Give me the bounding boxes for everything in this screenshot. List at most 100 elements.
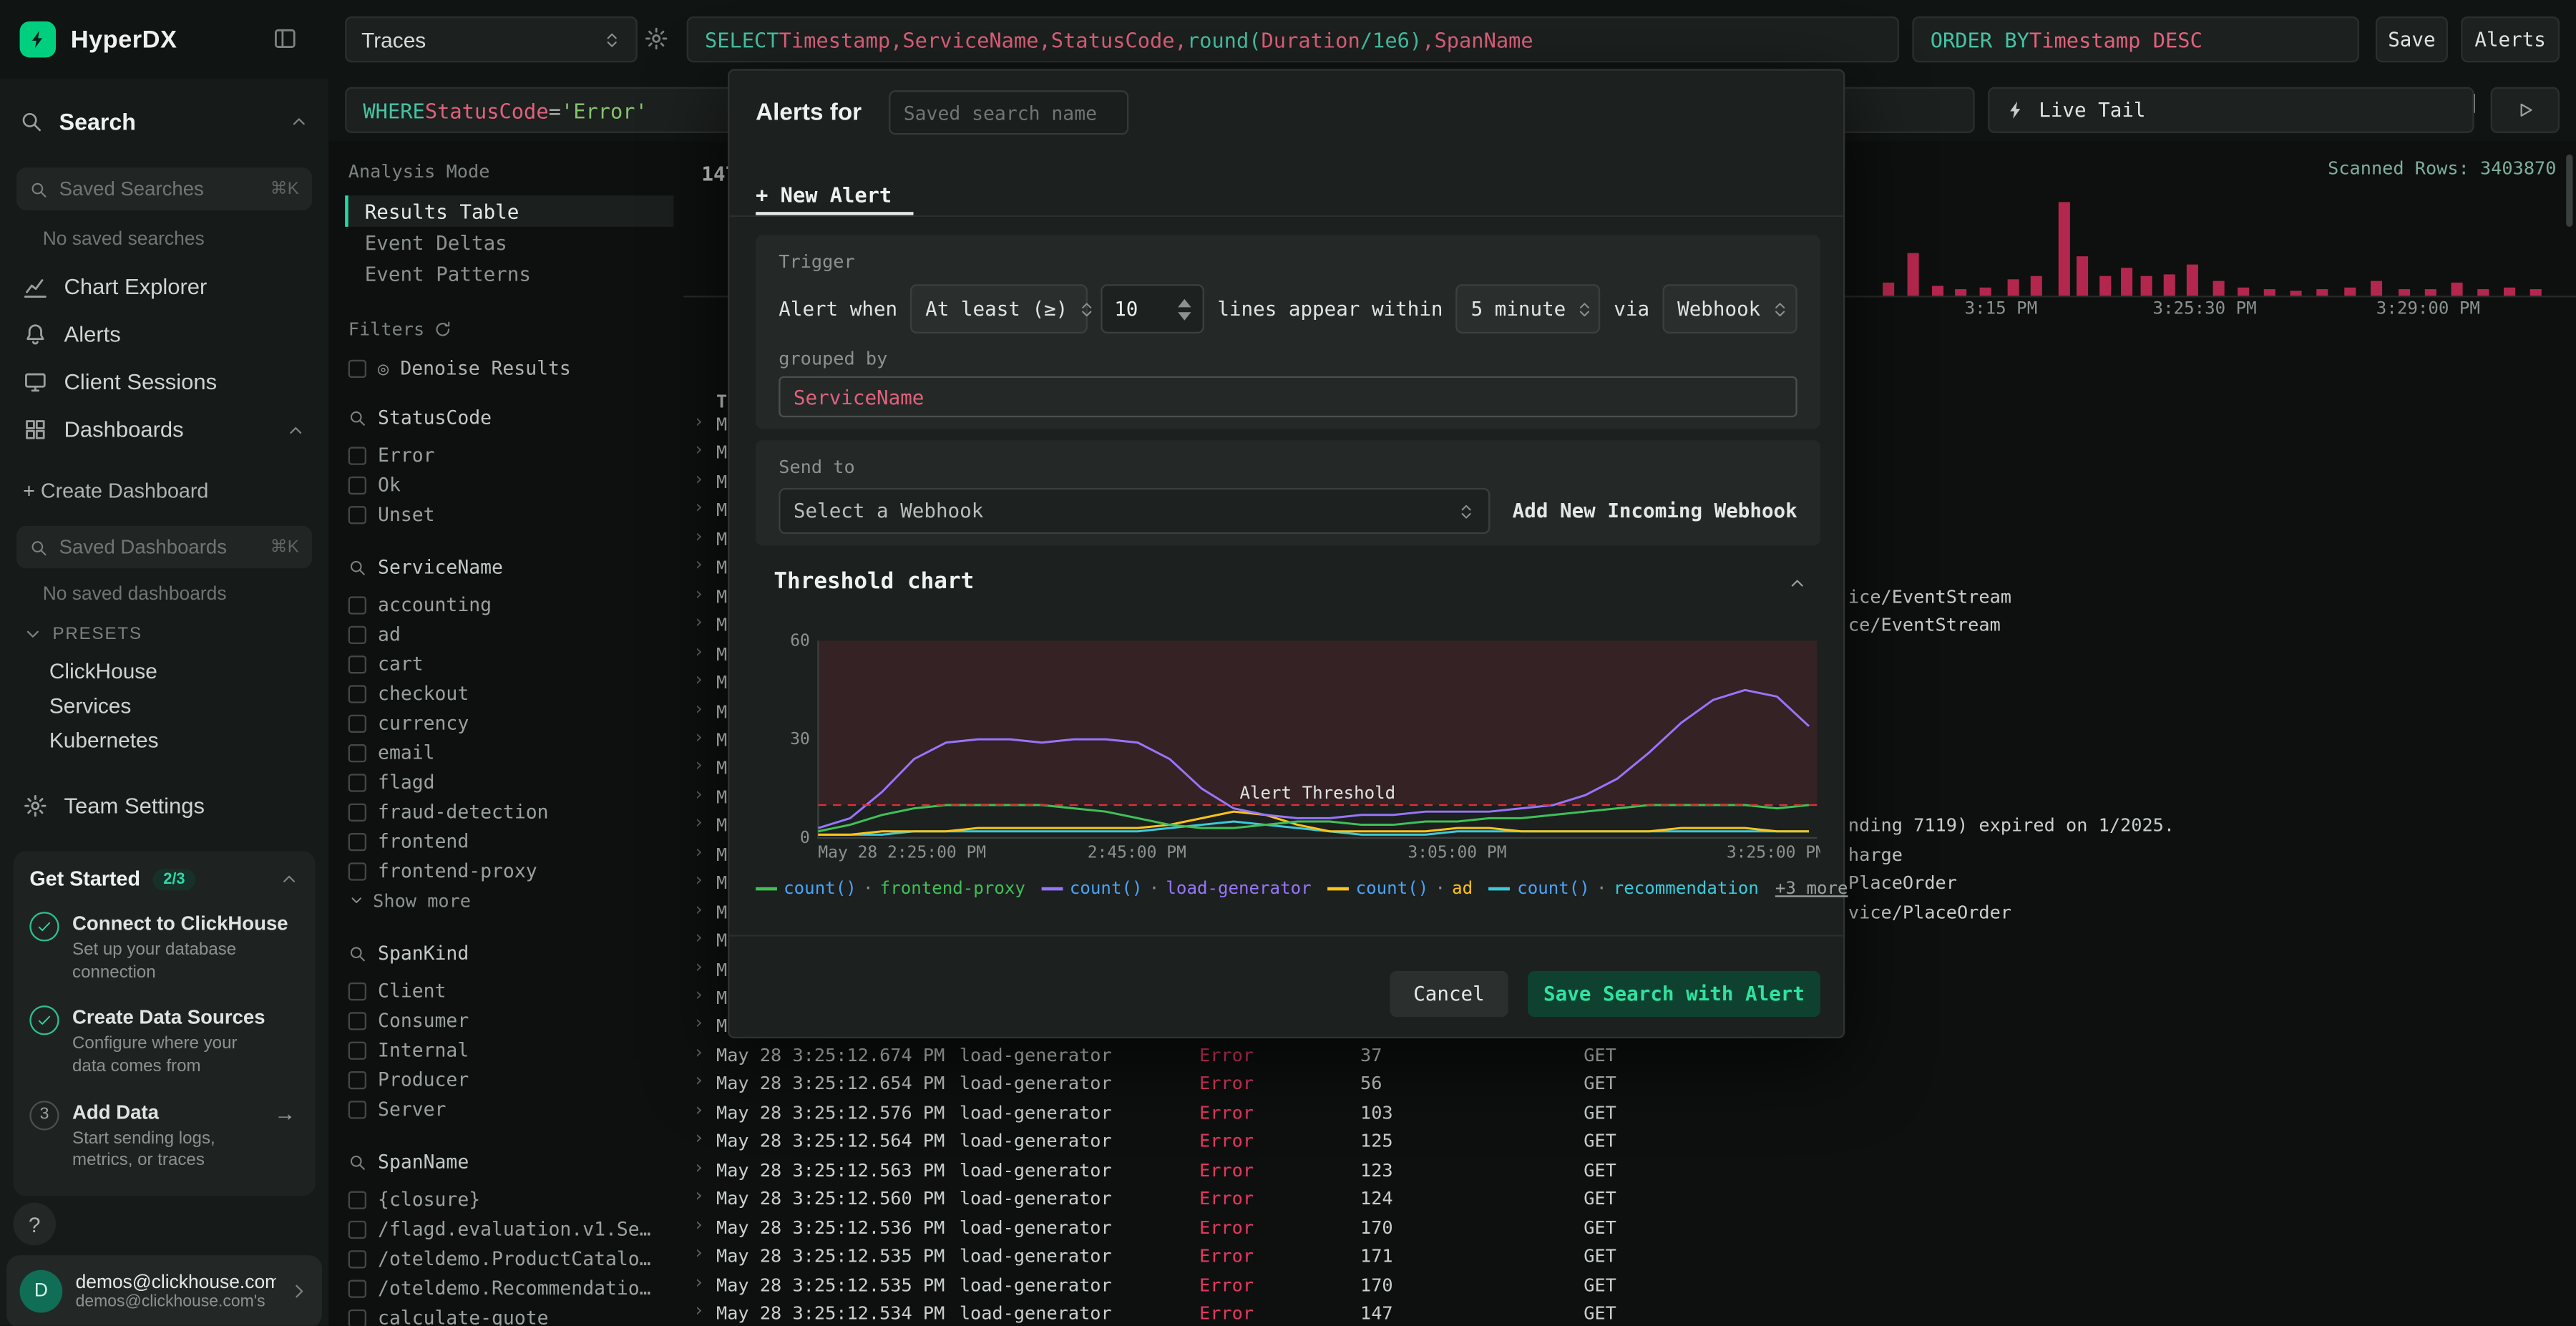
- alerts-button[interactable]: Alerts: [2461, 16, 2560, 63]
- row-expand-chevron-icon[interactable]: ›: [693, 1013, 704, 1034]
- facet-value[interactable]: Ok: [345, 470, 673, 499]
- checkbox[interactable]: [348, 625, 366, 643]
- get-started-header[interactable]: Get Started 2/3: [29, 867, 299, 890]
- row-expand-chevron-icon[interactable]: ›: [693, 755, 704, 776]
- facet-value[interactable]: Consumer: [345, 1005, 673, 1035]
- checkbox[interactable]: [348, 713, 366, 732]
- get-started-step[interactable]: Connect to ClickHouse Set up your databas…: [29, 912, 299, 985]
- saved-dashboards-input[interactable]: Saved Dashboards ⌘K: [16, 525, 313, 569]
- checkbox[interactable]: [348, 475, 366, 494]
- facet-value[interactable]: /oteldemo.ProductCatalo…: [345, 1244, 673, 1273]
- facet-value[interactable]: ad: [345, 620, 673, 649]
- row-expand-chevron-icon[interactable]: ›: [693, 669, 704, 691]
- refresh-icon[interactable]: [434, 321, 452, 338]
- row-expand-chevron-icon[interactable]: ›: [693, 784, 704, 805]
- live-tail-button[interactable]: Live Tail: [1988, 87, 2474, 133]
- threshold-count-input[interactable]: 10: [1101, 284, 1204, 334]
- row-expand-chevron-icon[interactable]: ›: [693, 497, 704, 518]
- collapse-chart-chevron-icon[interactable]: [1787, 573, 1807, 593]
- row-expand-chevron-icon[interactable]: ›: [693, 640, 704, 661]
- checkbox[interactable]: [348, 1190, 366, 1209]
- chevron-up-icon[interactable]: [279, 869, 299, 889]
- facet-value[interactable]: /oteldemo.Recommendatio…: [345, 1273, 673, 1302]
- table-row[interactable]: › May 28 3:25:12.535 PM load-generator Erro…: [683, 1269, 2576, 1298]
- checkbox[interactable]: [348, 1011, 366, 1030]
- table-row[interactable]: › May 28 3:25:12.654 PM load-generator Erro…: [683, 1068, 2576, 1097]
- stepper-arrows[interactable]: [1178, 298, 1191, 320]
- checkbox[interactable]: [348, 1070, 366, 1089]
- time-window-select[interactable]: 5 minute: [1455, 284, 1601, 334]
- facet-value[interactable]: /flagd.evaluation.v1.Se…: [345, 1214, 673, 1244]
- tab-new-alert[interactable]: + New Alert: [756, 176, 892, 213]
- facet-value[interactable]: checkout: [345, 678, 673, 708]
- checkbox[interactable]: [348, 1040, 366, 1059]
- table-row[interactable]: › May 28 3:25:12.674 PM load-generator Erro…: [683, 1040, 2576, 1068]
- analysis-mode-event-patterns[interactable]: Event Patterns: [345, 258, 673, 289]
- help-button[interactable]: ?: [13, 1202, 57, 1246]
- add-webhook-button[interactable]: Add New Incoming Webhook: [1513, 499, 1797, 522]
- checkbox[interactable]: [348, 862, 366, 880]
- sidebar-item-client-sessions[interactable]: Client Sessions: [0, 359, 328, 406]
- facet-value[interactable]: Server: [345, 1094, 673, 1123]
- row-expand-chevron-icon[interactable]: ›: [693, 1271, 704, 1292]
- row-expand-chevron-icon[interactable]: ›: [693, 984, 704, 1005]
- row-expand-chevron-icon[interactable]: ›: [693, 1300, 704, 1321]
- row-expand-chevron-icon[interactable]: ›: [693, 955, 704, 977]
- presets-header[interactable]: PRESETS: [23, 624, 142, 644]
- sidebar-item-clickhouse[interactable]: ClickHouse: [0, 654, 328, 688]
- facet-value[interactable]: frontend-proxy: [345, 856, 673, 885]
- checkbox[interactable]: [348, 1249, 366, 1268]
- table-row[interactable]: › May 28 3:25:12.564 PM load-generator Erro…: [683, 1126, 2576, 1154]
- cancel-button[interactable]: Cancel: [1390, 970, 1508, 1018]
- table-row[interactable]: › May 28 3:25:12.563 PM load-generator Erro…: [683, 1154, 2576, 1183]
- legend-more-button[interactable]: +3 more: [1775, 879, 1848, 899]
- row-expand-chevron-icon[interactable]: ›: [693, 1185, 704, 1206]
- chevron-up-icon[interactable]: [289, 112, 309, 132]
- analysis-mode-results-table[interactable]: Results Table: [345, 195, 674, 227]
- checkbox[interactable]: [348, 981, 366, 1000]
- show-more-button[interactable]: Show more: [345, 886, 673, 915]
- sidebar-item-dashboards[interactable]: Dashboards: [0, 406, 328, 454]
- facet-value[interactable]: calculate-quote: [345, 1303, 673, 1326]
- row-expand-chevron-icon[interactable]: ›: [693, 1242, 704, 1264]
- facet-value[interactable]: Producer: [345, 1065, 673, 1094]
- checkbox[interactable]: [348, 802, 366, 821]
- facet-value[interactable]: Error: [345, 440, 673, 469]
- row-expand-chevron-icon[interactable]: ›: [693, 411, 704, 432]
- row-expand-chevron-icon[interactable]: ›: [693, 841, 704, 862]
- save-search-with-alert-button[interactable]: Save Search with Alert: [1528, 970, 1820, 1018]
- sidebar-item-kubernetes[interactable]: Kubernetes: [0, 723, 328, 757]
- denoise-results-checkbox[interactable]: ◎ Denoise Results: [348, 356, 674, 379]
- checkbox[interactable]: [348, 504, 366, 524]
- row-expand-chevron-icon[interactable]: ›: [693, 1099, 704, 1121]
- row-expand-chevron-icon[interactable]: ›: [693, 468, 704, 489]
- row-expand-chevron-icon[interactable]: ›: [693, 554, 704, 575]
- create-dashboard-button[interactable]: + Create Dashboard: [23, 479, 208, 502]
- checkbox[interactable]: [348, 359, 366, 377]
- row-expand-chevron-icon[interactable]: ›: [693, 1156, 704, 1178]
- select-clause-input[interactable]: SELECT Timestamp,ServiceName,StatusCode,…: [686, 16, 1900, 63]
- facet-value[interactable]: cart: [345, 649, 673, 678]
- user-menu[interactable]: D demos@clickhouse.com demos@clickhouse.…: [6, 1255, 323, 1326]
- checkbox[interactable]: [348, 832, 366, 851]
- checkbox[interactable]: [348, 684, 366, 703]
- checkbox[interactable]: [348, 595, 366, 614]
- facet-value[interactable]: frontend: [345, 827, 673, 856]
- checkbox[interactable]: [348, 1308, 366, 1326]
- row-expand-chevron-icon[interactable]: ›: [693, 1041, 704, 1063]
- scrollbar-thumb[interactable]: [2566, 154, 2573, 227]
- sidebar-item-services[interactable]: Services: [0, 688, 328, 723]
- order-by-input[interactable]: ORDER BY Timestamp DESC: [1912, 16, 2359, 63]
- grouped-by-input[interactable]: ServiceName: [779, 376, 1797, 418]
- facet-value[interactable]: flagd: [345, 767, 673, 796]
- saved-search-name-input[interactable]: Saved search name: [889, 90, 1129, 135]
- legend-item[interactable]: count() · recommendation: [1489, 879, 1759, 899]
- sidebar-item-alerts[interactable]: Alerts: [0, 311, 328, 359]
- table-row[interactable]: › May 28 3:25:12.535 PM load-generator Erro…: [683, 1241, 2576, 1269]
- checkbox[interactable]: [348, 654, 366, 673]
- run-query-button[interactable]: [2490, 87, 2560, 133]
- row-expand-chevron-icon[interactable]: ›: [693, 611, 704, 633]
- sidebar-item-chart-explorer[interactable]: Chart Explorer: [0, 263, 328, 311]
- condition-select[interactable]: At least (≥): [910, 284, 1092, 334]
- row-expand-chevron-icon[interactable]: ›: [693, 1070, 704, 1091]
